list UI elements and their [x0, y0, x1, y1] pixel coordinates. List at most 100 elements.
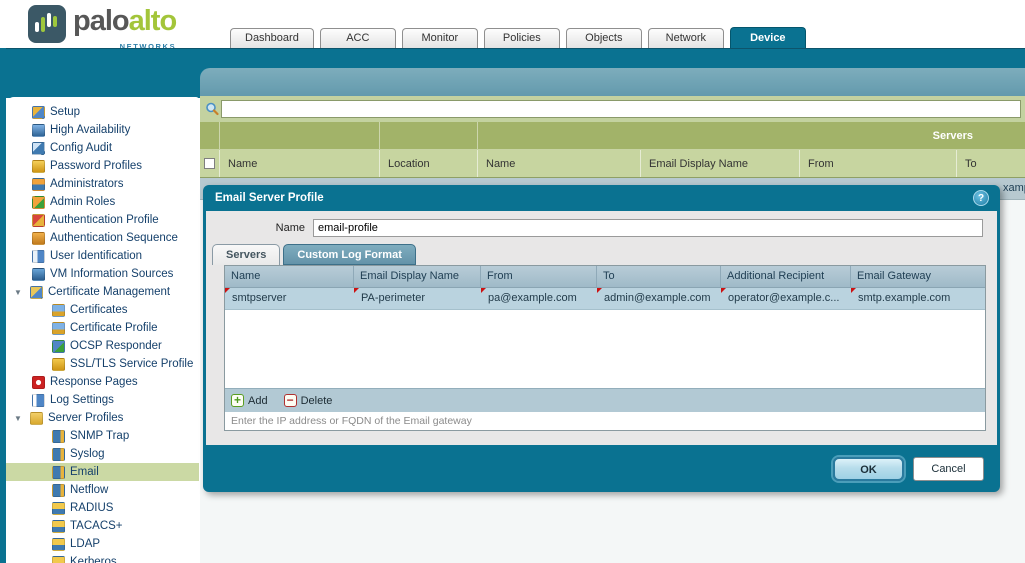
- column-header-to[interactable]: To: [597, 266, 721, 287]
- sidebar-item-email[interactable]: Email: [6, 463, 199, 481]
- modified-indicator: [481, 288, 486, 293]
- group-header-spacer: [380, 122, 478, 149]
- sidebar-item-authentication-sequence[interactable]: Authentication Sequence: [6, 229, 199, 247]
- admin-roles-icon: [32, 195, 45, 209]
- column-header-to[interactable]: To: [957, 150, 1025, 177]
- sidebar-item-ocsp-responder[interactable]: OCSP Responder: [6, 337, 199, 355]
- sidebar-item-user-identification[interactable]: User Identification: [6, 247, 199, 265]
- modified-indicator: [597, 288, 602, 293]
- sidebar-item-certificate-management[interactable]: ▼ Certificate Management: [6, 283, 199, 301]
- collapse-arrow-icon[interactable]: ▼: [14, 288, 30, 297]
- column-header-additional-recipient[interactable]: Additional Recipient: [721, 266, 851, 287]
- password-profiles-icon: [32, 159, 45, 173]
- cancel-button[interactable]: Cancel: [913, 456, 984, 481]
- tab-device[interactable]: Device: [729, 27, 806, 48]
- authentication-profile-icon: [32, 213, 45, 227]
- high-availability-icon: [32, 123, 45, 137]
- help-icon[interactable]: ?: [973, 190, 989, 206]
- config-audit-icon: [32, 141, 45, 155]
- add-button[interactable]: + Add: [231, 394, 268, 407]
- column-header-name[interactable]: Name: [220, 150, 380, 177]
- group-header-spacer: [200, 122, 220, 149]
- profile-name-input[interactable]: [313, 219, 983, 237]
- sidebar-item-log-settings[interactable]: Log Settings: [6, 391, 199, 409]
- servers-tab-panel: Name Email Display Name From To Addition…: [224, 265, 986, 431]
- email-gateway-hint: Enter the IP address or FQDN of the Emai…: [225, 412, 985, 430]
- column-header-email-gateway[interactable]: Email Gateway: [851, 266, 985, 287]
- sidebar-item-syslog[interactable]: Syslog: [6, 445, 199, 463]
- sidebar-item-ssl-tls-service-profile[interactable]: SSL/TLS Service Profile: [6, 355, 199, 373]
- table-search-row: [200, 96, 1025, 122]
- sidebar-item-tacacs[interactable]: TACACS+: [6, 517, 199, 535]
- column-header-name[interactable]: Name: [225, 266, 354, 287]
- column-header-server-name[interactable]: Name: [478, 150, 641, 177]
- tab-acc[interactable]: ACC: [319, 28, 396, 48]
- sidebar-item-kerberos[interactable]: Kerberos: [6, 553, 199, 563]
- certificate-management-icon: [30, 285, 43, 299]
- servers-group-header: Servers: [932, 129, 973, 142]
- ocsp-responder-icon: [52, 339, 65, 353]
- server-table-row[interactable]: smtpserver PA-perimeter pa@example.com a…: [225, 288, 985, 310]
- kerberos-icon: [52, 555, 65, 563]
- table-group-header-row: Servers: [200, 122, 1025, 150]
- paloalto-logo-icon: [28, 5, 66, 43]
- sidebar-item-certificates[interactable]: Certificates: [6, 301, 199, 319]
- tab-monitor[interactable]: Monitor: [401, 28, 478, 48]
- administrators-icon: [32, 177, 45, 191]
- syslog-icon: [52, 447, 65, 461]
- snmp-trap-icon: [52, 429, 65, 443]
- top-header: paloalto NETWORKS Dashboard ACC Monitor …: [0, 0, 1025, 51]
- sidebar-item-password-profiles[interactable]: Password Profiles: [6, 157, 199, 175]
- sidebar-item-certificate-profile[interactable]: Certificate Profile: [6, 319, 199, 337]
- name-field-label: Name: [275, 222, 305, 234]
- server-profiles-icon: [30, 411, 43, 425]
- sidebar-item-authentication-profile[interactable]: Authentication Profile: [6, 211, 199, 229]
- tab-dashboard[interactable]: Dashboard: [230, 28, 314, 48]
- tab-network[interactable]: Network: [647, 28, 724, 48]
- sidebar-item-server-profiles[interactable]: ▼ Server Profiles: [6, 409, 199, 427]
- email-server-profile-dialog: Email Server Profile ? Name Servers Cust…: [203, 185, 1000, 492]
- tab-policies[interactable]: Policies: [483, 28, 560, 48]
- content-toolbar: [200, 68, 1025, 96]
- tab-custom-log-format[interactable]: Custom Log Format: [283, 244, 416, 265]
- device-sidebar: Setup High Availability Config Audit Pas…: [6, 97, 199, 563]
- sidebar-item-administrators[interactable]: Administrators: [6, 175, 199, 193]
- sidebar-item-admin-roles[interactable]: Admin Roles: [6, 193, 199, 211]
- email-icon: [52, 465, 65, 479]
- sidebar-item-high-availability[interactable]: High Availability: [6, 121, 199, 139]
- tab-objects[interactable]: Objects: [565, 28, 642, 48]
- sidebar-item-response-pages[interactable]: Response Pages: [6, 373, 199, 391]
- tacacs-icon: [52, 519, 65, 533]
- dialog-body: Name Servers Custom Log Format Name Emai…: [206, 211, 997, 445]
- add-icon: +: [231, 394, 244, 407]
- column-header-from[interactable]: From: [481, 266, 597, 287]
- response-pages-icon: [32, 375, 45, 389]
- name-field-row: Name: [206, 219, 983, 237]
- sidebar-item-vm-information-sources[interactable]: VM Information Sources: [6, 265, 199, 283]
- netflow-icon: [52, 483, 65, 497]
- dialog-title: Email Server Profile: [215, 192, 324, 204]
- column-header-location[interactable]: Location: [380, 150, 478, 177]
- sidebar-item-radius[interactable]: RADIUS: [6, 499, 199, 517]
- sidebar-item-netflow[interactable]: Netflow: [6, 481, 199, 499]
- sidebar-item-config-audit[interactable]: Config Audit: [6, 139, 199, 157]
- sidebar-item-ldap[interactable]: LDAP: [6, 535, 199, 553]
- select-all-cell: [200, 150, 220, 177]
- servers-table-header: Name Email Display Name From To Addition…: [225, 266, 985, 288]
- collapse-arrow-icon[interactable]: ▼: [14, 414, 30, 423]
- cell-to: admin@example.com: [597, 288, 721, 309]
- delete-button[interactable]: − Delete: [283, 394, 332, 407]
- sidebar-item-snmp-trap[interactable]: SNMP Trap: [6, 427, 199, 445]
- column-header-from[interactable]: From: [800, 150, 957, 177]
- sidebar-item-setup[interactable]: Setup: [6, 103, 199, 121]
- setup-icon: [32, 105, 45, 119]
- select-all-checkbox[interactable]: [204, 158, 215, 169]
- search-input[interactable]: [221, 100, 1021, 118]
- ok-button[interactable]: OK: [833, 456, 904, 481]
- column-header-email-display-name[interactable]: Email Display Name: [641, 150, 800, 177]
- modified-indicator: [721, 288, 726, 293]
- column-header-email-display-name[interactable]: Email Display Name: [354, 266, 481, 287]
- cell-additional-recipient: operator@example.c...: [721, 288, 851, 309]
- table-footer-bar: + Add − Delete: [225, 388, 985, 412]
- tab-servers[interactable]: Servers: [212, 244, 281, 265]
